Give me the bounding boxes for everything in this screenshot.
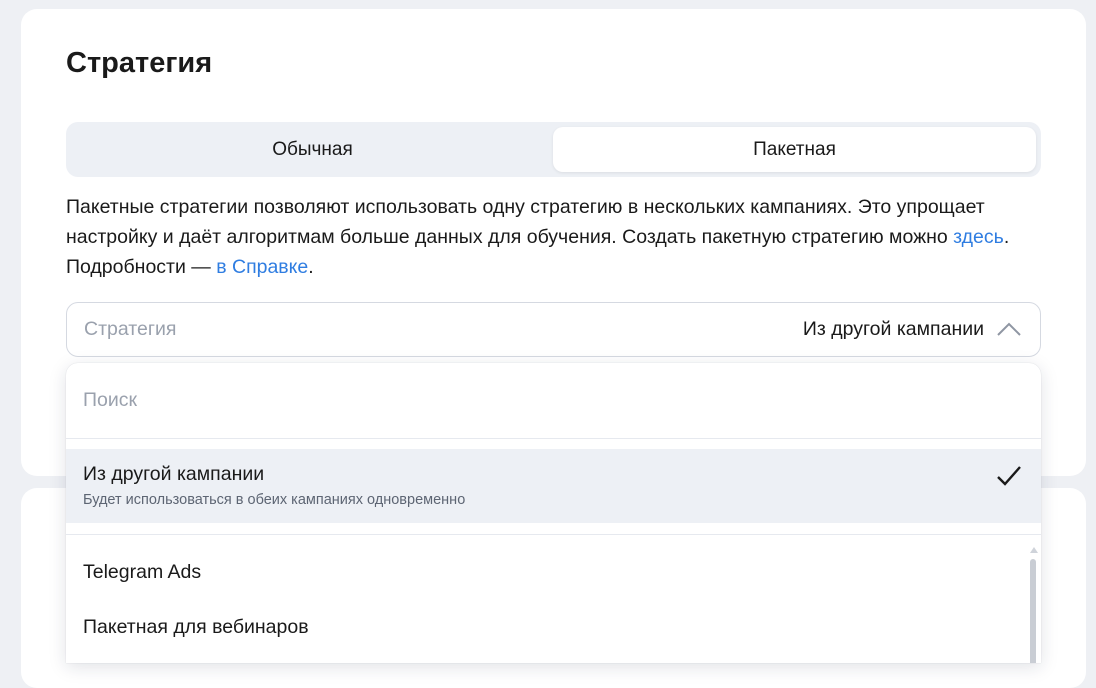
tab-package[interactable]: Пакетная	[553, 127, 1036, 172]
strategy-dropdown: Из другой кампании Будет использоваться …	[66, 363, 1041, 663]
strategy-select-value: Из другой кампании	[802, 318, 984, 340]
strategy-type-switch: Обычная Пакетная	[66, 122, 1041, 177]
strategy-select-label: Стратегия	[84, 318, 177, 340]
description-text: Пакетные стратегии позволяют использоват…	[66, 192, 1041, 282]
description-part-3: .	[308, 256, 314, 278]
scrollbar-thumb[interactable]	[1030, 559, 1036, 663]
scroll-up-arrow[interactable]	[1030, 547, 1038, 553]
tab-regular[interactable]: Обычная	[71, 127, 554, 172]
divider	[66, 438, 1041, 439]
option-webinar-package[interactable]: Пакетная для вебинаров	[83, 616, 309, 639]
divider	[66, 534, 1041, 535]
create-package-link[interactable]: здесь	[953, 226, 1004, 248]
option-title: Из другой кампании	[83, 463, 265, 485]
option-telegram-ads[interactable]: Telegram Ads	[83, 561, 201, 584]
search-input[interactable]	[66, 363, 1041, 438]
page-title: Стратегия	[66, 47, 213, 79]
chevron-up-icon	[997, 322, 1021, 336]
description-part-1: Пакетные стратегии позволяют использоват…	[66, 196, 985, 248]
strategy-select[interactable]: Стратегия Из другой кампании	[66, 302, 1041, 357]
help-link[interactable]: в Справке	[216, 256, 308, 278]
option-subtitle: Будет использоваться в обеих кампаниях о…	[83, 492, 466, 508]
checkmark-icon	[997, 466, 1021, 486]
option-from-other-campaign[interactable]: Из другой кампании Будет использоваться …	[66, 449, 1041, 523]
